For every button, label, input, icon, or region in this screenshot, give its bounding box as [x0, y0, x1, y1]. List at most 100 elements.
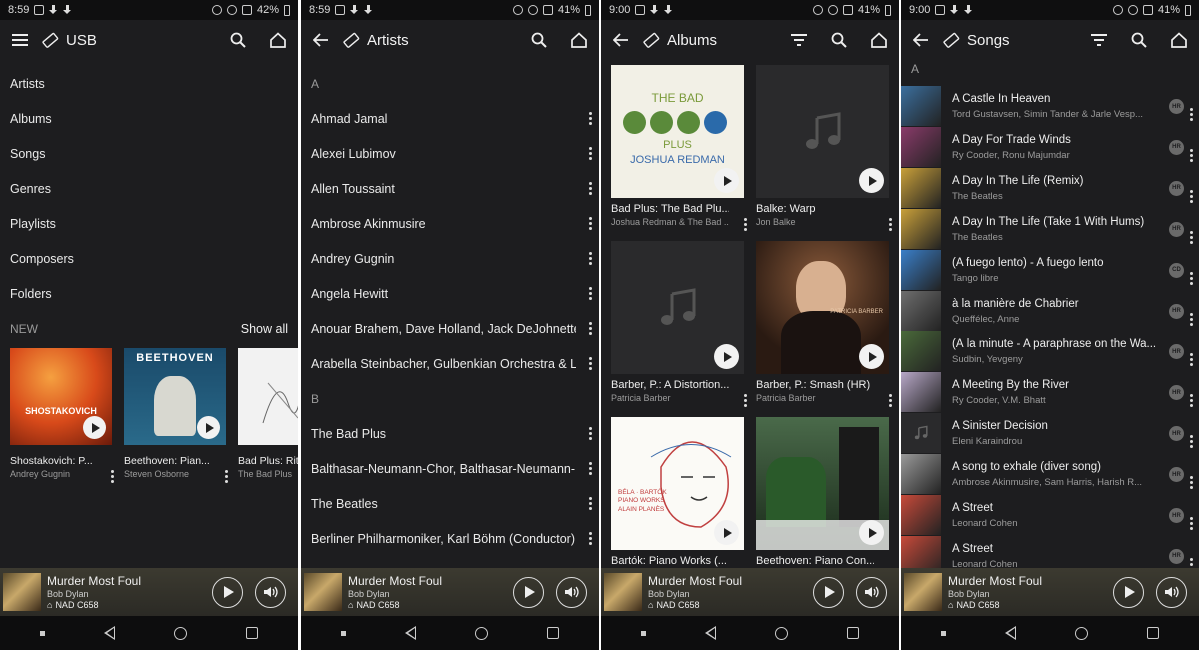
- nav-back-icon[interactable]: [1004, 626, 1016, 640]
- song-row[interactable]: A Meeting By the River Ry Cooder, V.M. B…: [901, 372, 1199, 413]
- more-options-icon[interactable]: [1188, 394, 1194, 408]
- more-options-icon[interactable]: [587, 112, 593, 125]
- album-more-button[interactable]: [223, 460, 229, 483]
- artist-row[interactable]: Angela Hewitt: [301, 276, 599, 311]
- song-row[interactable]: A Street Leonard Cohen HR: [901, 495, 1199, 536]
- search-icon[interactable]: [829, 30, 849, 50]
- album-card[interactable]: Barber, P.: A Distortion... Patricia Bar…: [611, 241, 747, 407]
- back-arrow-icon[interactable]: [611, 30, 631, 50]
- nav-recents-icon[interactable]: [246, 627, 259, 639]
- category-item[interactable]: Playlists: [0, 206, 298, 241]
- song-row[interactable]: A Sinister Decision Eleni Karaindrou HR: [901, 413, 1199, 454]
- album-card[interactable]: Bad Plus: Rit The Bad Plus: [238, 348, 298, 479]
- artist-row[interactable]: Arabella Steinbacher, Gulbenkian Orchest…: [301, 346, 599, 381]
- song-row[interactable]: A Castle In Heaven Tord Gustavsen, Simin…: [901, 86, 1199, 127]
- play-button[interactable]: [1113, 576, 1144, 608]
- album-card[interactable]: Balke: Warp Jon Balke: [756, 65, 892, 231]
- more-options-icon[interactable]: [1188, 230, 1194, 244]
- more-options-icon[interactable]: [587, 252, 593, 265]
- more-options-icon[interactable]: [109, 470, 115, 483]
- home-icon[interactable]: [869, 30, 889, 50]
- back-arrow-icon[interactable]: [911, 30, 931, 50]
- play-button[interactable]: [813, 576, 844, 608]
- sort-filter-icon[interactable]: [789, 30, 809, 50]
- volume-button[interactable]: [255, 576, 286, 608]
- song-row[interactable]: A Day For Trade Winds Ry Cooder, Ronu Ma…: [901, 126, 1199, 168]
- nav-home-icon[interactable]: [775, 626, 789, 640]
- more-options-icon[interactable]: [1188, 517, 1194, 530]
- nav-home-icon[interactable]: [1075, 626, 1089, 640]
- song-row[interactable]: (A fuego lento) - A fuego lento Tango li…: [901, 249, 1199, 291]
- nav-back-icon[interactable]: [103, 626, 115, 640]
- album-card[interactable]: PATRICIA BARBER Barber, P.: Smash (HR) P…: [756, 241, 892, 407]
- more-options-icon[interactable]: [887, 394, 893, 407]
- more-options-icon[interactable]: [742, 218, 748, 231]
- song-row[interactable]: A Day In The Life (Take 1 With Hums) The…: [901, 208, 1199, 250]
- mini-player[interactable]: Murder Most Foul Bob Dylan ⌂ NAD C658: [901, 568, 1199, 616]
- album-more-button[interactable]: [887, 384, 893, 407]
- volume-button[interactable]: [556, 576, 587, 608]
- album-play-button[interactable]: [197, 416, 220, 439]
- volume-button[interactable]: [1156, 576, 1187, 608]
- song-row[interactable]: à la manière de Chabrier Queffélec, Anne…: [901, 290, 1199, 332]
- more-options-icon[interactable]: [587, 217, 593, 230]
- artist-row[interactable]: Ambrose Akinmusire: [301, 206, 599, 241]
- more-options-icon[interactable]: [742, 394, 748, 407]
- album-more-button[interactable]: [742, 208, 748, 231]
- nav-back-icon[interactable]: [404, 626, 416, 640]
- more-options-icon[interactable]: [587, 532, 593, 545]
- nav-dot-icon[interactable]: [940, 630, 946, 636]
- artist-row[interactable]: The Bad Plus: [301, 416, 599, 451]
- more-options-icon[interactable]: [1188, 148, 1194, 162]
- nav-home-icon[interactable]: [475, 626, 489, 640]
- more-options-icon[interactable]: [1188, 476, 1194, 490]
- nav-dot-icon[interactable]: [39, 630, 45, 636]
- mini-player[interactable]: Murder Most Foul Bob Dylan ⌂ NAD C658: [601, 568, 899, 616]
- album-play-button[interactable]: [859, 520, 884, 545]
- artist-row[interactable]: Allen Toussaint: [301, 171, 599, 206]
- album-play-button[interactable]: [714, 344, 739, 369]
- artist-row[interactable]: Andrey Gugnin: [301, 241, 599, 276]
- more-options-icon[interactable]: [587, 147, 593, 160]
- artist-row[interactable]: Anouar Brahem, Dave Holland, Jack DeJohn…: [301, 311, 599, 346]
- song-row[interactable]: (À la minute - A paraphrase on the Wa...…: [901, 331, 1199, 372]
- more-options-icon[interactable]: [1188, 353, 1194, 367]
- mini-player[interactable]: Murder Most Foul Bob Dylan ⌂ NAD C658: [301, 568, 599, 616]
- category-item[interactable]: Genres: [0, 171, 298, 206]
- nav-recents-icon[interactable]: [547, 627, 560, 639]
- nav-home-icon[interactable]: [174, 626, 188, 640]
- album-card[interactable]: THE BAD PLUS JOSHUA REDMAN Bad Plus: The…: [611, 65, 747, 231]
- more-options-icon[interactable]: [1188, 435, 1194, 449]
- song-row[interactable]: A Day In The Life (Remix) The Beatles HR: [901, 167, 1199, 209]
- more-options-icon[interactable]: [587, 427, 593, 440]
- nav-back-icon[interactable]: [704, 626, 716, 640]
- album-card[interactable]: BÉLA · BARTÓK PIANO WORKS ALAIN PLANÈS B…: [611, 417, 747, 583]
- artist-row[interactable]: Ahmad Jamal: [301, 101, 599, 136]
- more-options-icon[interactable]: [587, 182, 593, 195]
- sort-filter-icon[interactable]: [1089, 30, 1109, 50]
- artist-row[interactable]: Alexei Lubimov: [301, 136, 599, 171]
- album-card[interactable]: BEETHOVEN Beethoven: Pian... Steven Osbo…: [124, 348, 228, 483]
- category-item[interactable]: Composers: [0, 241, 298, 276]
- back-arrow-icon[interactable]: [311, 30, 331, 50]
- more-options-icon[interactable]: [223, 470, 229, 483]
- nav-recents-icon[interactable]: [1147, 627, 1160, 639]
- album-play-button[interactable]: [859, 344, 884, 369]
- home-icon[interactable]: [1169, 30, 1189, 50]
- category-item[interactable]: Artists: [0, 66, 298, 101]
- search-icon[interactable]: [1129, 30, 1149, 50]
- more-options-icon[interactable]: [1188, 271, 1194, 285]
- album-more-button[interactable]: [109, 460, 115, 483]
- category-item[interactable]: Folders: [0, 276, 298, 311]
- album-play-button[interactable]: [83, 416, 106, 439]
- more-options-icon[interactable]: [587, 357, 593, 370]
- home-icon[interactable]: [268, 30, 288, 50]
- more-options-icon[interactable]: [587, 287, 593, 300]
- album-card[interactable]: Beethoven: Piano Con...: [756, 417, 892, 583]
- play-button[interactable]: [513, 576, 544, 608]
- album-more-button[interactable]: [887, 208, 893, 231]
- artist-row[interactable]: The Beatles: [301, 486, 599, 521]
- mini-player[interactable]: Murder Most Foul Bob Dylan ⌂ NAD C658: [0, 568, 298, 616]
- more-options-icon[interactable]: [1188, 312, 1194, 326]
- artist-row[interactable]: Balthasar-Neumann-Chor, Balthasar-Neuman…: [301, 451, 599, 486]
